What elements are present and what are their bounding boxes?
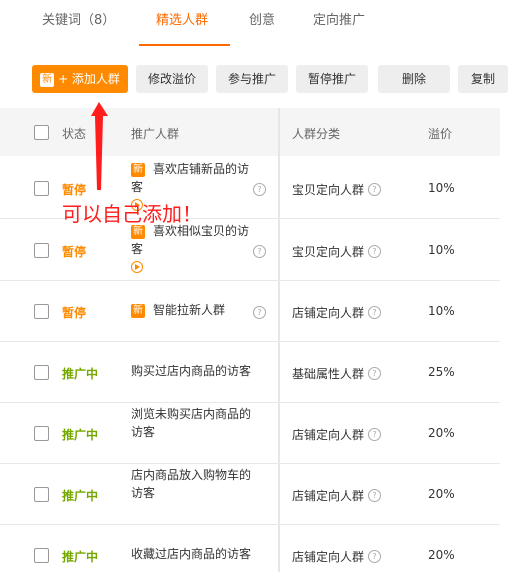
annotation-text: 可以自己添加！ [62, 202, 202, 226]
annotation-arrow-icon [91, 102, 108, 190]
